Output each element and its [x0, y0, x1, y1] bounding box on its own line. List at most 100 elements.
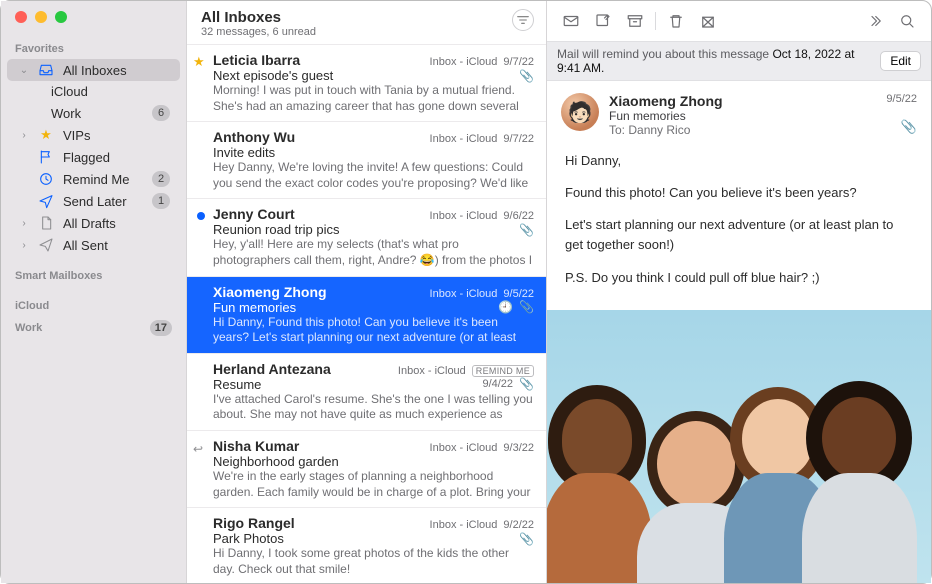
close-window-button[interactable] — [15, 11, 27, 23]
delete-button[interactable] — [662, 9, 690, 33]
message-date: 9/3/22 — [503, 442, 534, 454]
message-row-selected[interactable]: Xiaomeng Zhong Inbox - iCloud 9/5/22 Fun… — [187, 276, 546, 353]
sidebar-item-label: All Inboxes — [63, 63, 170, 78]
search-button[interactable] — [893, 9, 921, 33]
sidebar-heading-work[interactable]: Work 17 — [1, 316, 186, 340]
sidebar-item-all-sent[interactable]: › All Sent — [7, 234, 180, 256]
message-header: 🧑🏻 Xiaomeng Zhong Fun memories To: Danny… — [547, 81, 931, 145]
more-toolbar-button[interactable] — [861, 9, 889, 33]
reader-pane: Mail will remind you about this message … — [547, 1, 931, 583]
filter-button[interactable] — [512, 9, 534, 31]
sidebar-item-label: Work — [51, 106, 144, 121]
message-row[interactable]: ↩ Nisha Kumar Inbox - iCloud 9/3/22 Neig… — [187, 430, 546, 507]
message-list-header: All Inboxes 32 messages, 6 unread — [187, 1, 546, 44]
unread-badge: 6 — [152, 105, 170, 121]
zoom-window-button[interactable] — [55, 11, 67, 23]
body-line: P.S. Do you think I could pull off blue … — [565, 268, 913, 288]
message-sender: Leticia Ibarra — [213, 52, 424, 68]
message-account: Inbox - iCloud — [430, 133, 498, 145]
clock-icon — [37, 171, 55, 187]
message-sender: Rigo Rangel — [213, 515, 424, 531]
paper-plane-icon — [37, 237, 55, 253]
junk-button[interactable] — [694, 9, 722, 33]
mailbox-title: All Inboxes — [201, 9, 512, 26]
junk-icon — [698, 12, 718, 30]
message-account: Inbox - iCloud — [430, 210, 498, 222]
chevron-down-icon[interactable]: ⌄ — [19, 65, 29, 76]
archive-button[interactable] — [621, 9, 649, 33]
unread-badge: 1 — [152, 193, 170, 209]
message-list[interactable]: ★ Leticia Ibarra Inbox - iCloud 9/7/22 N… — [187, 44, 546, 583]
message-row[interactable]: Herland Antezana Inbox - iCloud REMIND M… — [187, 353, 546, 430]
message-account: Inbox - iCloud — [430, 519, 498, 531]
paperclip-icon: 📎 — [519, 532, 534, 546]
sidebar-heading-smart: Smart Mailboxes — [1, 266, 186, 286]
edit-remind-button[interactable]: Edit — [880, 51, 921, 71]
sidebar-item-label: Remind Me — [63, 172, 144, 187]
header-subject: Fun memories — [609, 109, 876, 123]
sidebar-item-icloud[interactable]: iCloud — [7, 81, 180, 102]
window-controls — [1, 11, 186, 39]
message-row[interactable]: ★ Leticia Ibarra Inbox - iCloud 9/7/22 N… — [187, 44, 546, 121]
to-name[interactable]: Danny Rico — [628, 123, 690, 137]
message-preview: Hi Danny, Found this photo! Can you beli… — [213, 315, 534, 346]
message-sender: Herland Antezana — [213, 361, 392, 377]
sidebar-item-all-drafts[interactable]: › All Drafts — [7, 212, 180, 234]
sidebar-heading-favorites: Favorites — [1, 39, 186, 59]
sidebar-heading-icloud[interactable]: iCloud — [1, 296, 186, 316]
envelope-button[interactable] — [557, 9, 585, 33]
body-line: Found this photo! Can you believe it's b… — [565, 183, 913, 203]
chevron-right-icon[interactable]: › — [19, 130, 29, 141]
clock-icon: 🕘 — [498, 300, 513, 314]
header-to: To: Danny Rico — [609, 123, 876, 137]
message-account: Inbox - iCloud — [430, 288, 498, 300]
compose-button[interactable] — [589, 9, 617, 33]
sidebar-item-label: iCloud — [51, 84, 170, 99]
sidebar-item-label: Send Later — [63, 194, 144, 209]
star-icon: ★ — [37, 127, 55, 143]
chevron-right-icon[interactable]: › — [19, 240, 29, 251]
message-date: 9/7/22 — [503, 56, 534, 68]
sidebar-item-all-inboxes[interactable]: ⌄ All Inboxes — [7, 59, 180, 81]
message-list-pane: All Inboxes 32 messages, 6 unread ★ Leti… — [187, 1, 547, 583]
minimize-window-button[interactable] — [35, 11, 47, 23]
message-account: Inbox - iCloud — [430, 56, 498, 68]
message-subject: Fun memories — [213, 300, 492, 315]
sidebar-item-label: VIPs — [63, 128, 170, 143]
remind-banner-text-label: Mail will remind you about this message — [557, 47, 772, 61]
sidebar-item-vips[interactable]: › ★ VIPs — [7, 124, 180, 146]
chevron-right-icon[interactable]: › — [19, 218, 29, 229]
header-from[interactable]: Xiaomeng Zhong — [609, 93, 876, 109]
sidebar-item-label: All Sent — [63, 238, 170, 253]
compose-icon — [593, 12, 613, 30]
body-line: Hi Danny, — [565, 151, 913, 171]
message-date: 9/4/22 — [482, 378, 513, 390]
message-account: Inbox - iCloud — [430, 442, 498, 454]
attachment-photo[interactable] — [547, 310, 931, 583]
message-row[interactable]: Rigo Rangel Inbox - iCloud 9/2/22 Park P… — [187, 507, 546, 583]
sidebar-item-flagged[interactable]: Flagged — [7, 146, 180, 168]
search-icon — [897, 12, 917, 30]
sidebar-item-work[interactable]: Work 6 — [7, 102, 180, 124]
paperclip-icon: 📎 — [519, 223, 534, 237]
message-body: Hi Danny, Found this photo! Can you beli… — [547, 145, 931, 310]
message-row[interactable]: Jenny Court Inbox - iCloud 9/6/22 Reunio… — [187, 198, 546, 275]
remind-me-banner: Mail will remind you about this message … — [547, 41, 931, 81]
sidebar-heading-label: Work — [15, 322, 150, 334]
message-subject: Neighborhood garden — [213, 454, 534, 469]
mailbox-subtitle: 32 messages, 6 unread — [201, 26, 512, 38]
sidebar-item-label: Flagged — [63, 150, 170, 165]
unread-badge: 17 — [150, 320, 172, 336]
flag-icon — [37, 149, 55, 165]
sender-avatar[interactable]: 🧑🏻 — [561, 93, 599, 131]
inbox-tray-icon — [37, 62, 55, 78]
sidebar-item-remind-me[interactable]: Remind Me 2 — [7, 168, 180, 190]
archive-icon — [625, 12, 645, 30]
message-account: Inbox - iCloud — [398, 365, 466, 377]
sidebar-item-label: All Drafts — [63, 216, 170, 231]
sidebar-item-send-later[interactable]: Send Later 1 — [7, 190, 180, 212]
message-sender: Anthony Wu — [213, 129, 424, 145]
message-sender: Xiaomeng Zhong — [213, 284, 424, 300]
message-row[interactable]: Anthony Wu Inbox - iCloud 9/7/22 Invite … — [187, 121, 546, 198]
envelope-icon — [561, 12, 581, 30]
